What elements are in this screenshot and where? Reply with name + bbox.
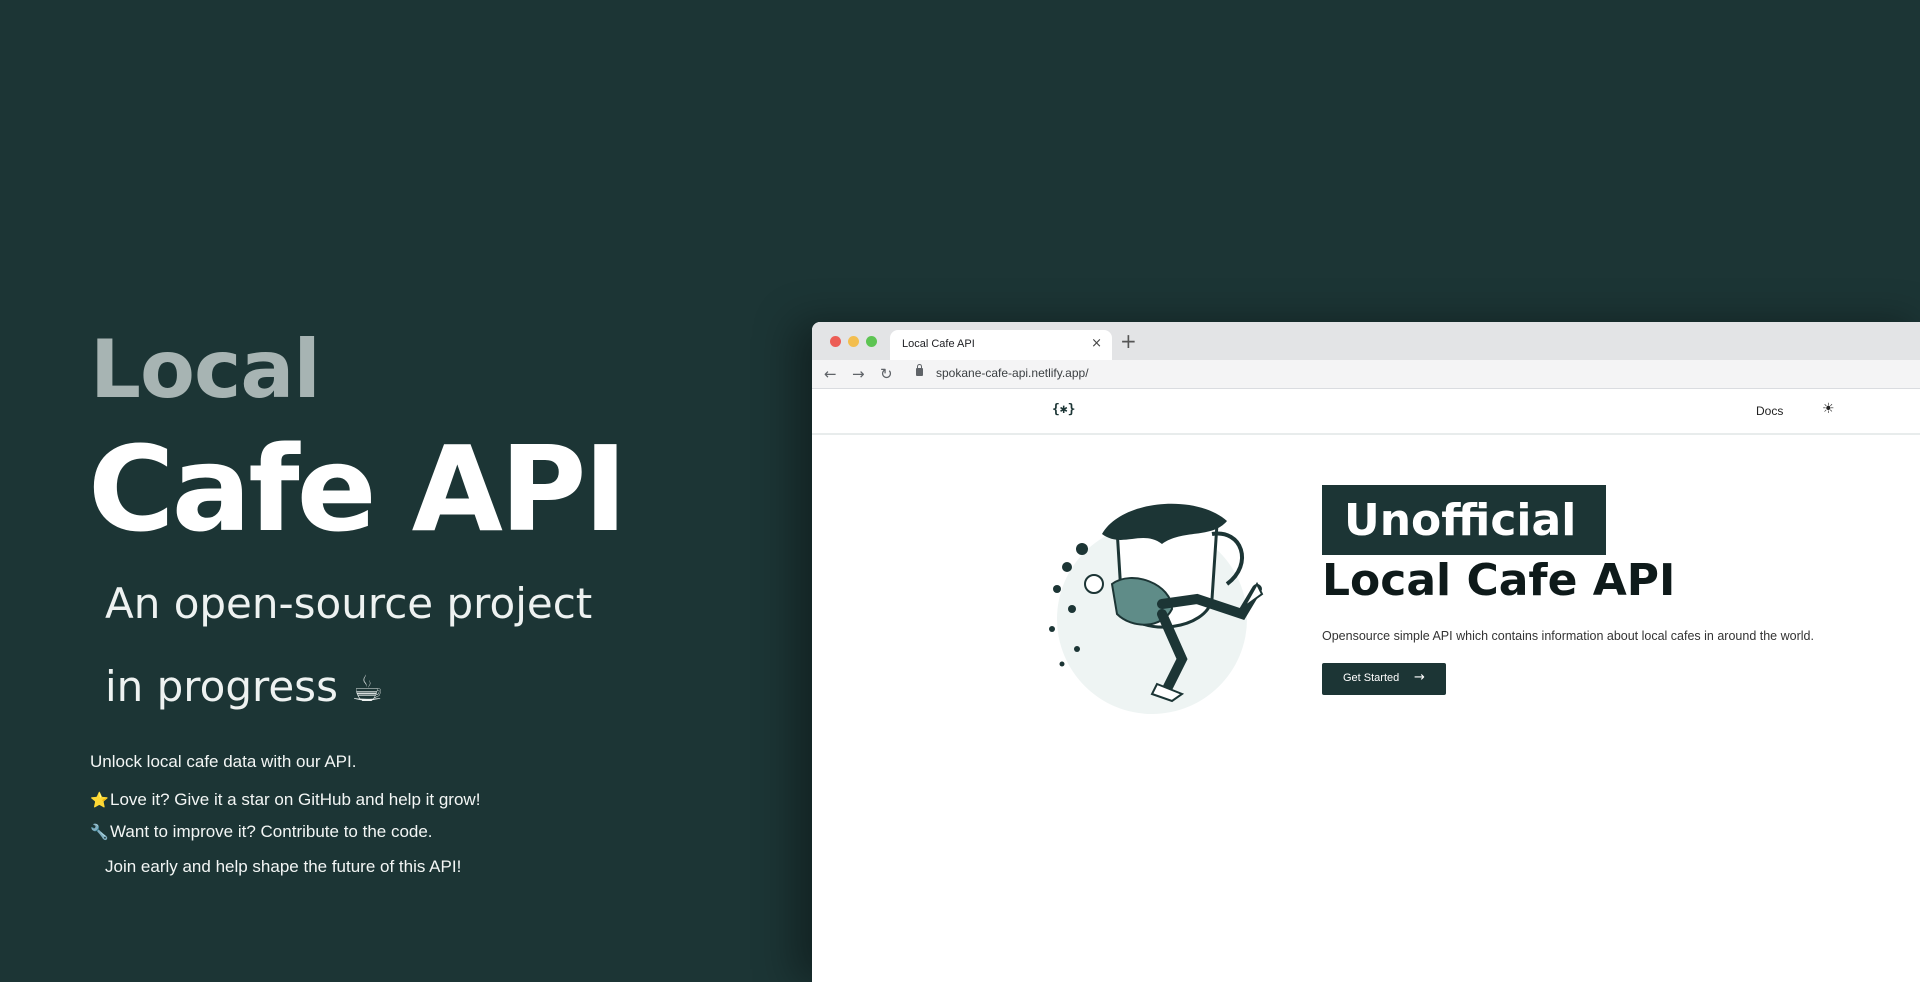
arrow-right-icon: → [1414,670,1425,685]
site-description: Opensource simple API which contains inf… [1322,629,1814,643]
website-page: {✱} Docs ☀ Unofficial Local Cafe API Ope… [812,389,1920,982]
browser-tab-bar: Local Cafe API × + [812,322,1920,360]
browser-tab[interactable]: Local Cafe API × [890,330,1112,360]
site-navbar: {✱} Docs ☀ [812,389,1920,435]
back-arrow-icon[interactable]: ← [824,365,837,383]
coffee-cup-icon: ☕ [351,669,384,710]
feature-text: Unlock local cafe data with our API. [90,752,357,771]
wrench-icon: 🔧 [90,824,109,841]
feature-item: ⭐Love it? Give it a star on GitHub and h… [90,790,480,810]
badge-text: Unofficial [1344,495,1577,546]
feature-text: Love it? Give it a star on GitHub and he… [110,790,481,809]
feature-text: Want to improve it? Contribute to the co… [110,822,433,841]
get-started-label: Get Started [1343,672,1400,684]
feature-text: Join early and help shape the future of … [105,857,462,876]
hero-heading-local: Local [90,323,321,416]
docs-link[interactable]: Docs [1756,404,1783,418]
site-title: Local Cafe API [1322,555,1676,606]
hero-subtitle-text: in progress [105,662,338,711]
site-logo[interactable]: {✱} [1052,402,1075,417]
hero-subtitle-line2: in progress ☕ [105,666,384,708]
hero-section: Local Cafe API An open-source project in… [0,0,760,960]
unofficial-badge: Unofficial [1322,485,1606,555]
hero-subtitle-line1: An open-source project [105,579,593,628]
url-field[interactable]: spokane-cafe-api.netlify.app/ [936,366,1089,380]
coffee-splash-illustration [1049,503,1264,714]
window-maximize-icon[interactable] [866,336,877,347]
star-icon: ⭐ [90,792,109,809]
hero-heading-title: Cafe API [88,420,627,558]
lock-icon [916,364,923,376]
sun-icon[interactable]: ☀ [1822,401,1835,417]
get-started-button[interactable]: Get Started → [1322,663,1446,695]
tab-close-icon[interactable]: × [1091,336,1102,351]
forward-arrow-icon[interactable]: → [852,365,865,383]
feature-item: Unlock local cafe data with our API. [90,752,356,772]
reload-icon[interactable]: ↻ [880,365,893,383]
window-close-icon[interactable] [830,336,841,347]
address-bar: ← → ↻ spokane-cafe-api.netlify.app/ [812,360,1920,389]
feature-item: Join early and help shape the future of … [105,857,461,877]
new-tab-button[interactable]: + [1120,329,1137,353]
tab-title: Local Cafe API [902,338,975,350]
feature-item: 🔧Want to improve it? Contribute to the c… [90,822,433,842]
window-minimize-icon[interactable] [848,336,859,347]
browser-window: Local Cafe API × + ← → ↻ spokane-cafe-ap… [812,322,1920,982]
